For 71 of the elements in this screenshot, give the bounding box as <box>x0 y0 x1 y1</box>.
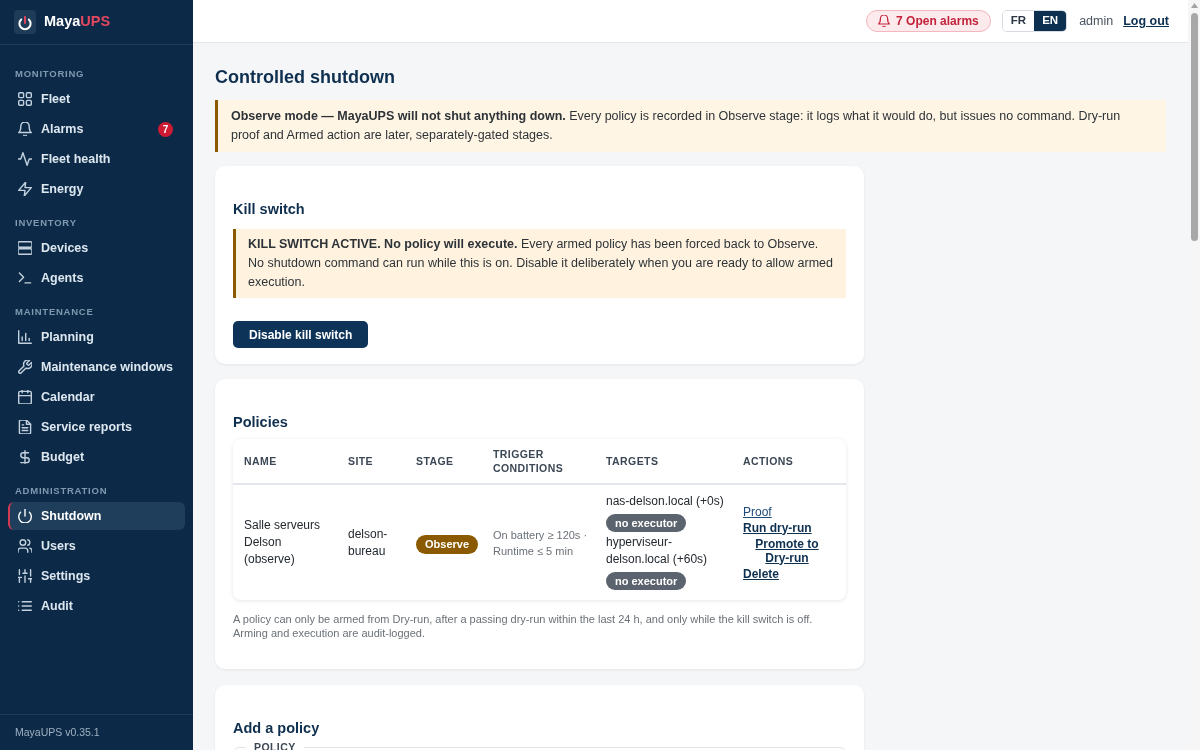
sidebar-item[interactable]: Service reports <box>8 413 185 441</box>
calendar-icon <box>18 390 32 404</box>
policy-note: A policy can only be armed from Dry-run, after a passing dry-run within the last 24 h, and only while the kill switch is off. Arming and execution are audit-logged. <box>233 612 814 640</box>
sidebar-item[interactable]: Energy <box>8 175 185 203</box>
power-icon <box>18 509 32 523</box>
sidebar-item[interactable]: Fleet <box>8 85 185 113</box>
column-header: TARGETS <box>595 439 732 484</box>
sidebar-item[interactable]: Fleet health <box>8 145 185 173</box>
section-title: Policies <box>233 413 289 431</box>
column-header: TRIGGER CONDITIONS <box>482 439 595 484</box>
target-host: nas-delson.local (+0s) <box>606 493 725 510</box>
version-label: MayaUPS v0.35.1 <box>15 724 100 740</box>
scrollbar-thumb[interactable] <box>1190 13 1198 241</box>
action-link[interactable]: Proof <box>743 504 772 519</box>
table-cell: On battery ≥ 120s · Runtime ≤ 5 min <box>482 484 595 600</box>
disable-kill-switch-button[interactable]: Disable kill switch <box>233 321 369 348</box>
status-badge: no executor <box>606 514 687 532</box>
logout-link[interactable]: Log out <box>1123 11 1169 31</box>
section-heading: MONITORING <box>14 67 86 81</box>
sidebar-item[interactable]: Shutdown <box>8 502 185 530</box>
dollar-icon <box>18 450 32 464</box>
scroll-up-icon[interactable] <box>1190 3 1198 8</box>
sidebar-item[interactable]: Devices <box>8 234 185 262</box>
table-cell: Salle serveurs Delson (observe) <box>233 484 337 600</box>
page-title: Controlled shutdown <box>215 66 396 89</box>
list-icon <box>18 599 32 613</box>
section-title: Kill switch <box>233 200 306 218</box>
server-icon <box>18 241 32 255</box>
action-link[interactable]: Promote to Dry-run <box>743 536 831 565</box>
column-header: SITE <box>337 439 405 484</box>
grid-icon <box>18 92 32 106</box>
users-icon <box>18 539 32 553</box>
sidebar-item[interactable]: Settings <box>8 562 185 590</box>
observe-mode-banner: Observe mode — MayaUPS will not shut anything down. Every policy is recorded in Observe stage: it logs what it would do, but issues no command. Dry-run proof and Armed action are later, separately-gated stages. <box>215 100 1166 152</box>
sidebar-item[interactable]: Maintenance windows <box>8 353 185 381</box>
stage-badge: Observe <box>416 534 479 554</box>
sliders-icon <box>18 569 32 583</box>
column-header: NAME <box>233 439 337 484</box>
wrench-icon <box>18 360 32 374</box>
language-button[interactable]: EN <box>1034 11 1067 31</box>
sidebar-item[interactable]: Alarms 7 <box>8 115 185 143</box>
section-heading: ADMINISTRATION <box>14 484 109 498</box>
app-logo-icon <box>14 10 36 34</box>
terminal-icon <box>18 271 32 285</box>
column-header: ACTIONS <box>732 439 846 484</box>
sidebar-item[interactable]: Planning <box>8 323 185 351</box>
pulse-icon <box>18 152 32 166</box>
sidebar-item[interactable]: Budget <box>8 443 185 471</box>
section-heading: MAINTENANCE <box>14 305 95 319</box>
target-host: hyperviseur-delson.local (+60s) <box>606 534 709 568</box>
bell-icon <box>878 15 891 27</box>
section-heading: INVENTORY <box>14 216 78 230</box>
sidebar-item[interactable]: Users <box>8 532 185 560</box>
section-title: Add a policy <box>233 719 321 737</box>
action-link[interactable]: Run dry-run <box>743 520 812 535</box>
bell-icon <box>18 122 32 136</box>
status-badge: no executor <box>606 572 687 590</box>
sidebar-item[interactable]: Agents <box>8 264 185 292</box>
table-cell: delson-bureau <box>337 484 405 600</box>
count-badge: 7 <box>158 121 173 137</box>
open-alarms-button[interactable]: 7 Open alarms <box>866 10 991 32</box>
app-name: MayaUPS <box>44 12 111 32</box>
action-link[interactable]: Delete <box>743 566 780 581</box>
document-icon <box>18 420 32 434</box>
sidebar-item[interactable]: Calendar <box>8 383 185 411</box>
sidebar-item[interactable]: Audit <box>8 592 185 620</box>
column-header: STAGE <box>405 439 482 484</box>
user-name: admin <box>1079 12 1114 30</box>
lightning-icon <box>18 182 32 196</box>
kill-switch-alert: KILL SWITCH ACTIVE. No policy will execute. Every armed policy has been forced back to Observe. No shutdown command can run while this is on. Disable it deliberately when you are ready to allow armed execution. <box>233 229 846 298</box>
bar-chart-icon <box>18 330 32 344</box>
